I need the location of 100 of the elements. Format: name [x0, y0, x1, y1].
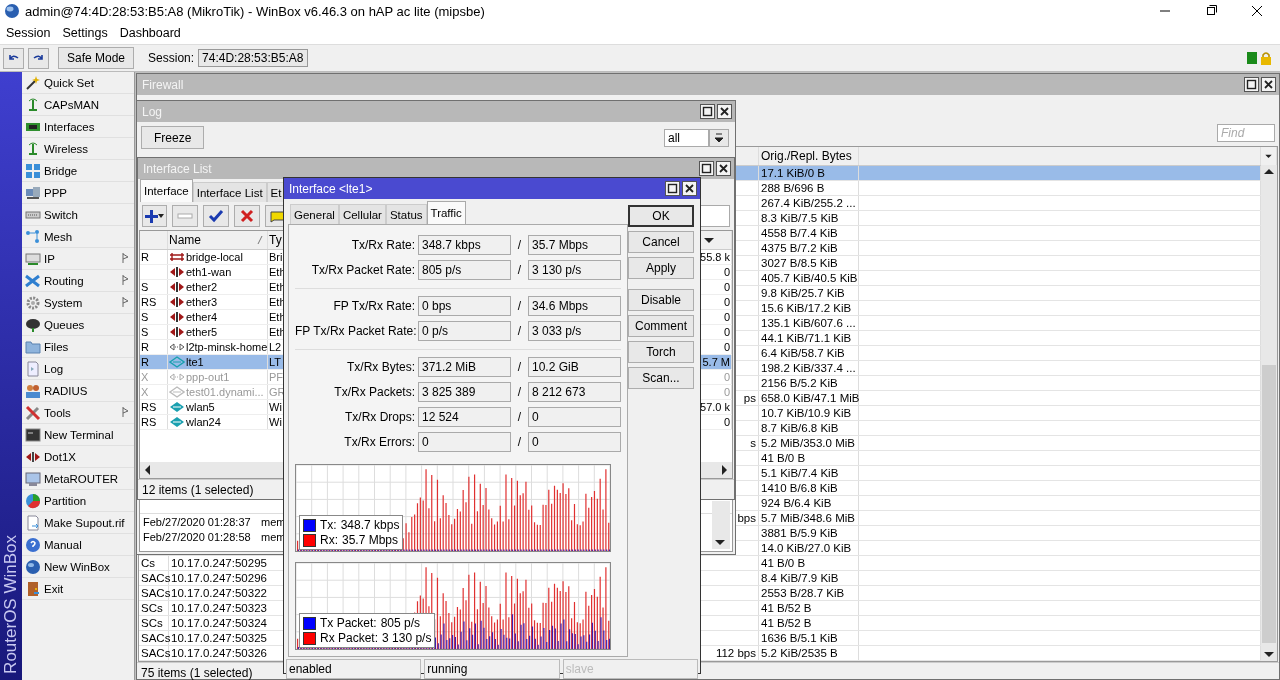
maximize-icon[interactable]: [700, 104, 715, 119]
sidebar-item[interactable]: Quick Set: [22, 72, 134, 94]
maximize-icon[interactable]: [1244, 77, 1259, 92]
field-label: Tx/Rx Packet Rate:: [310, 263, 415, 277]
disable-button[interactable]: [234, 205, 260, 227]
app-logo-icon: [4, 3, 20, 19]
enable-button[interactable]: [203, 205, 229, 227]
tab[interactable]: Cellular: [338, 204, 386, 224]
dialog-button[interactable]: Cancel: [628, 231, 694, 253]
sidebar-item[interactable]: MetaROUTER: [22, 468, 134, 490]
sidebar-item[interactable]: System: [22, 292, 134, 314]
session-field[interactable]: 74:4D:28:53:B5:A8: [198, 49, 308, 67]
table-cell: 0: [723, 371, 730, 383]
table-cell: 1410 B/6.8 KiB: [761, 482, 838, 494]
menu-item[interactable]: Dashboard: [113, 26, 187, 40]
maximize-icon[interactable]: [665, 181, 680, 196]
computers-icon: [25, 184, 41, 201]
column-header[interactable]: Ty: [269, 233, 282, 247]
tab[interactable]: General: [290, 204, 339, 224]
undo-button[interactable]: [3, 47, 24, 69]
menu-item[interactable]: Session: [0, 26, 57, 40]
value-field: 3 130 p/s: [528, 260, 621, 280]
column-header[interactable]: Name: [169, 233, 201, 247]
dialog-button[interactable]: Apply: [628, 257, 694, 279]
magic-wand-icon: [25, 74, 41, 91]
table-cell: ether3: [186, 296, 218, 308]
sidebar-item[interactable]: New Terminal: [22, 424, 134, 446]
table-cell: 41 B/52 B: [761, 602, 812, 614]
sidebar-item[interactable]: Switch: [22, 204, 134, 226]
tab[interactable]: Status: [385, 204, 427, 224]
dialog-button[interactable]: Torch: [628, 341, 694, 363]
sidebar-item[interactable]: Bridge: [22, 160, 134, 182]
topics-dropdown[interactable]: all: [664, 128, 709, 147]
log-time: Feb/27/2020 01:28:37: [143, 515, 252, 528]
sort-icon: [257, 236, 263, 244]
sidebar-item[interactable]: Interfaces: [22, 116, 134, 138]
table-cell: 10.17.0.247:50325: [171, 632, 267, 644]
sidebar-item[interactable]: Dot1X: [22, 446, 134, 468]
sidebar-item[interactable]: IP: [22, 248, 134, 270]
add-button[interactable]: [142, 205, 167, 227]
table-cell: 41 B/0 B: [761, 557, 806, 569]
sidebar-item[interactable]: Make Supout.rif: [22, 512, 134, 534]
window-title: Log: [142, 104, 163, 119]
sidebar-item[interactable]: PPP: [22, 182, 134, 204]
menu-item[interactable]: Settings: [56, 26, 114, 40]
sidebar-item[interactable]: Exit: [22, 578, 134, 600]
redo-button[interactable]: [28, 47, 49, 69]
submenu-arrow-icon: [122, 407, 129, 417]
sidebar-item[interactable]: Manual: [22, 534, 134, 556]
separator-text: /: [516, 238, 523, 252]
sidebar-item[interactable]: Tools: [22, 402, 134, 424]
field-label: Tx/Rx Errors:: [343, 435, 415, 449]
sidebar-item[interactable]: CAPsMAN: [22, 94, 134, 116]
table-cell: R: [141, 251, 149, 263]
scrollbar-thumb[interactable]: [1262, 365, 1276, 643]
tab[interactable]: Interface List: [192, 182, 267, 202]
table-cell: 0: [723, 311, 730, 323]
sidebar-item[interactable]: Wireless: [22, 138, 134, 160]
sidebar-item[interactable]: New WinBox: [22, 556, 134, 578]
table-cell: SACs: [141, 647, 171, 659]
dialog-button[interactable]: Disable: [628, 289, 694, 311]
sidebar-item[interactable]: Routing: [22, 270, 134, 292]
table-cell: RS: [141, 416, 157, 428]
close-icon[interactable]: [716, 161, 731, 176]
table-cell: ppp-out1: [186, 371, 230, 383]
close-icon[interactable]: [682, 181, 697, 196]
separator-text: /: [516, 385, 523, 399]
table-cell: 10.17.0.247:50324: [171, 617, 267, 629]
submenu-arrow-icon: [122, 275, 129, 285]
sidebar-item[interactable]: Partition: [22, 490, 134, 512]
separator-text: /: [516, 299, 523, 313]
table-cell: 288 B/696 B: [761, 182, 825, 194]
table-cell: 5.2 KiB/2535 B: [761, 647, 838, 659]
find-field[interactable]: Find: [1217, 124, 1275, 142]
safe-mode-button[interactable]: Safe Mode: [58, 47, 135, 69]
close-icon[interactable]: [1261, 77, 1276, 92]
table-cell: Bri: [269, 251, 283, 263]
tab[interactable]: Interface: [140, 179, 193, 202]
value-field: 3 825 389: [418, 382, 511, 402]
column-header[interactable]: Orig./Repl. Bytes: [761, 149, 852, 163]
table-cell: 10.17.0.247:50326: [171, 647, 267, 659]
freeze-button[interactable]: Freeze: [141, 126, 205, 149]
dialog-button[interactable]: OK: [628, 205, 694, 227]
sidebar-item[interactable]: Queues: [22, 314, 134, 336]
pie-chart-icon: [25, 492, 41, 509]
sidebar-item[interactable]: Log: [22, 358, 134, 380]
field-label: Tx/Rx Packets:: [333, 385, 415, 399]
sidebar-item[interactable]: Mesh: [22, 226, 134, 248]
plus-icon: [145, 209, 158, 223]
maximize-icon[interactable]: [699, 161, 714, 176]
gear-icon: [25, 294, 41, 311]
table-cell: 0: [723, 266, 730, 278]
close-icon[interactable]: [717, 104, 732, 119]
dialog-button[interactable]: Scan...: [628, 367, 694, 389]
sidebar-item[interactable]: Files: [22, 336, 134, 358]
port-icon: [169, 266, 185, 278]
dialog-button[interactable]: Comment: [628, 315, 694, 337]
sidebar-item[interactable]: RADIUS: [22, 380, 134, 402]
diamond-arrow-icon: [169, 356, 185, 368]
tab[interactable]: Traffic: [426, 201, 466, 224]
